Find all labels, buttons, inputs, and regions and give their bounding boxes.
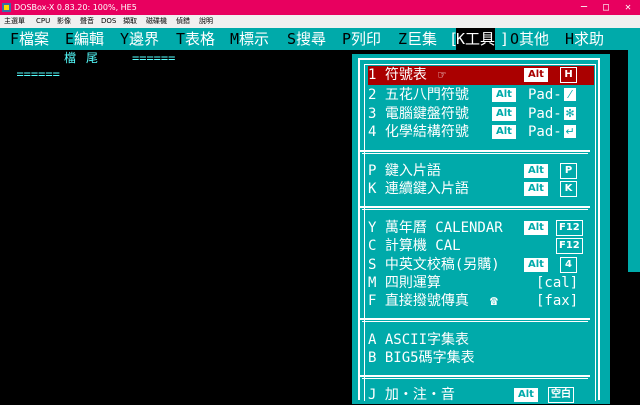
key-badge: F12 (556, 220, 583, 236)
key-badge: 4 (560, 257, 577, 273)
menu-other[interactable]: O其他 (510, 28, 549, 50)
menu-table[interactable]: T表格 (176, 28, 215, 50)
title-bar: DOSBox-X 0.83.20: 100%, HE5 (0, 0, 640, 15)
menu-drive[interactable]: 磁碟機 (146, 15, 167, 28)
menu-sound[interactable]: 聲音 (80, 15, 94, 28)
menu-margin[interactable]: Y邊界 (120, 28, 159, 50)
eof-marks-left: ====== (16, 67, 60, 81)
minimize-icon[interactable]: ─ (574, 0, 594, 15)
menu-tools[interactable]: K工具 (456, 28, 496, 50)
eof-label: 檔尾 (64, 51, 109, 65)
enter-key-icon: ↵ (564, 125, 576, 138)
alt-key-badge: Alt (492, 125, 516, 139)
menu-item-ascii-table[interactable]: A ASCII字集表 (368, 331, 594, 350)
alt-key-badge: Alt (492, 107, 516, 121)
key-badge: 空白 (548, 387, 574, 403)
menu-item-keyboard-symbols[interactable]: 3 電腦鍵盤符號 Alt Pad- ✻ (368, 105, 594, 124)
asterisk-key-icon: ✻ (564, 107, 576, 120)
alt-key-badge: Alt (524, 68, 548, 82)
cal-command: [cal] (536, 275, 579, 291)
close-bracket: ] (500, 30, 510, 48)
host-menubar: 主選單 CPU 影像 聲音 DOS 擷取 磁碟機 偵錯 說明 (0, 15, 640, 28)
dosbox-app-icon (2, 3, 11, 12)
window-title: DOSBox-X 0.83.20: 100%, HE5 (14, 3, 137, 12)
menu-search[interactable]: S搜尋 (287, 28, 326, 50)
alt-key-badge: Alt (524, 164, 548, 178)
menu-video[interactable]: 影像 (57, 15, 71, 28)
scroll-strip-lower (628, 272, 640, 400)
pointing-hand-icon: ☞ (438, 68, 446, 83)
key-badge: P (560, 163, 577, 179)
menu-item-symbol-table[interactable]: 1 符號表 ☞ Alt H (368, 66, 594, 85)
menu-item-proofreading[interactable]: S 中英文校稿(另購) Alt 4 (368, 256, 594, 275)
alt-key-badge: Alt (524, 258, 548, 272)
eof-marks-right: ====== (132, 51, 176, 65)
menu-separator (358, 375, 590, 377)
pad-key-label: Pad- (528, 124, 562, 140)
menu-mark[interactable]: M標示 (230, 28, 269, 50)
menu-main[interactable]: 主選單 (4, 15, 25, 28)
key-badge: H (560, 67, 577, 83)
menu-dos[interactable]: DOS (101, 15, 116, 28)
menu-separator (358, 318, 590, 320)
alt-key-badge: Alt (524, 221, 548, 235)
menu-item-calendar[interactable]: Y 萬年曆 CALENDAR Alt F12 (368, 219, 594, 238)
menu-item-continuous-phrase[interactable]: K 連續鍵入片語 Alt K (368, 180, 594, 199)
eten-menu-bar: F檔案 E編輯 Y邊界 T表格 M標示 S搜尋 P列印 Z巨集 [ K工具 ] … (0, 28, 640, 50)
menu-separator (358, 206, 590, 208)
menu-debug[interactable]: 偵錯 (176, 15, 190, 28)
menu-item-arithmetic[interactable]: M 四則運算 [cal] (368, 274, 594, 293)
end-of-file-line: ====== 檔尾 ====== (2, 50, 175, 81)
maximize-icon[interactable]: □ (596, 0, 616, 15)
menu-macro[interactable]: Z巨集 (398, 28, 437, 50)
menu-separator (358, 150, 590, 152)
menu-item-fax[interactable]: F 直接撥號傳真 ☎ [fax] (368, 292, 594, 311)
menu-help[interactable]: 說明 (199, 15, 213, 28)
phone-icon: ☎ (490, 294, 498, 309)
menu-file[interactable]: F檔案 (10, 28, 49, 50)
alt-key-badge: Alt (492, 88, 516, 102)
menu-item-misc-symbols[interactable]: 2 五花八門符號 Alt Pad- ⁄ (368, 86, 594, 105)
dropdown-shadow (610, 60, 620, 400)
alt-key-badge: Alt (524, 182, 548, 196)
key-badge: F12 (556, 238, 583, 254)
fax-command: [fax] (536, 293, 579, 309)
menu-print[interactable]: P列印 (342, 28, 381, 50)
pad-key-label: Pad- (528, 87, 562, 103)
slash-key-icon: ⁄ (564, 88, 576, 101)
menu-item-chemistry-symbols[interactable]: 4 化學結構符號 Alt Pad- ↵ (368, 123, 594, 142)
menu-item-phrase-input[interactable]: P 鍵入片語 Alt P (368, 162, 594, 181)
menu-help-dos[interactable]: H求助 (565, 28, 604, 50)
menu-item-calculator[interactable]: C 計算機 CAL F12 (368, 237, 594, 256)
menu-edit[interactable]: E編輯 (65, 28, 104, 50)
menu-cpu[interactable]: CPU (36, 15, 50, 28)
scroll-strip (628, 50, 640, 272)
menu-capture[interactable]: 擷取 (123, 15, 137, 28)
pad-key-label: Pad- (528, 106, 562, 122)
menu-item-big5-table[interactable]: B BIG5碼字集表 (368, 349, 594, 368)
menu-item-zhuyin[interactable]: J 加‧注‧音 Alt 空白 (368, 386, 594, 405)
key-badge: K (560, 181, 577, 197)
close-icon[interactable]: ✕ (618, 0, 638, 15)
